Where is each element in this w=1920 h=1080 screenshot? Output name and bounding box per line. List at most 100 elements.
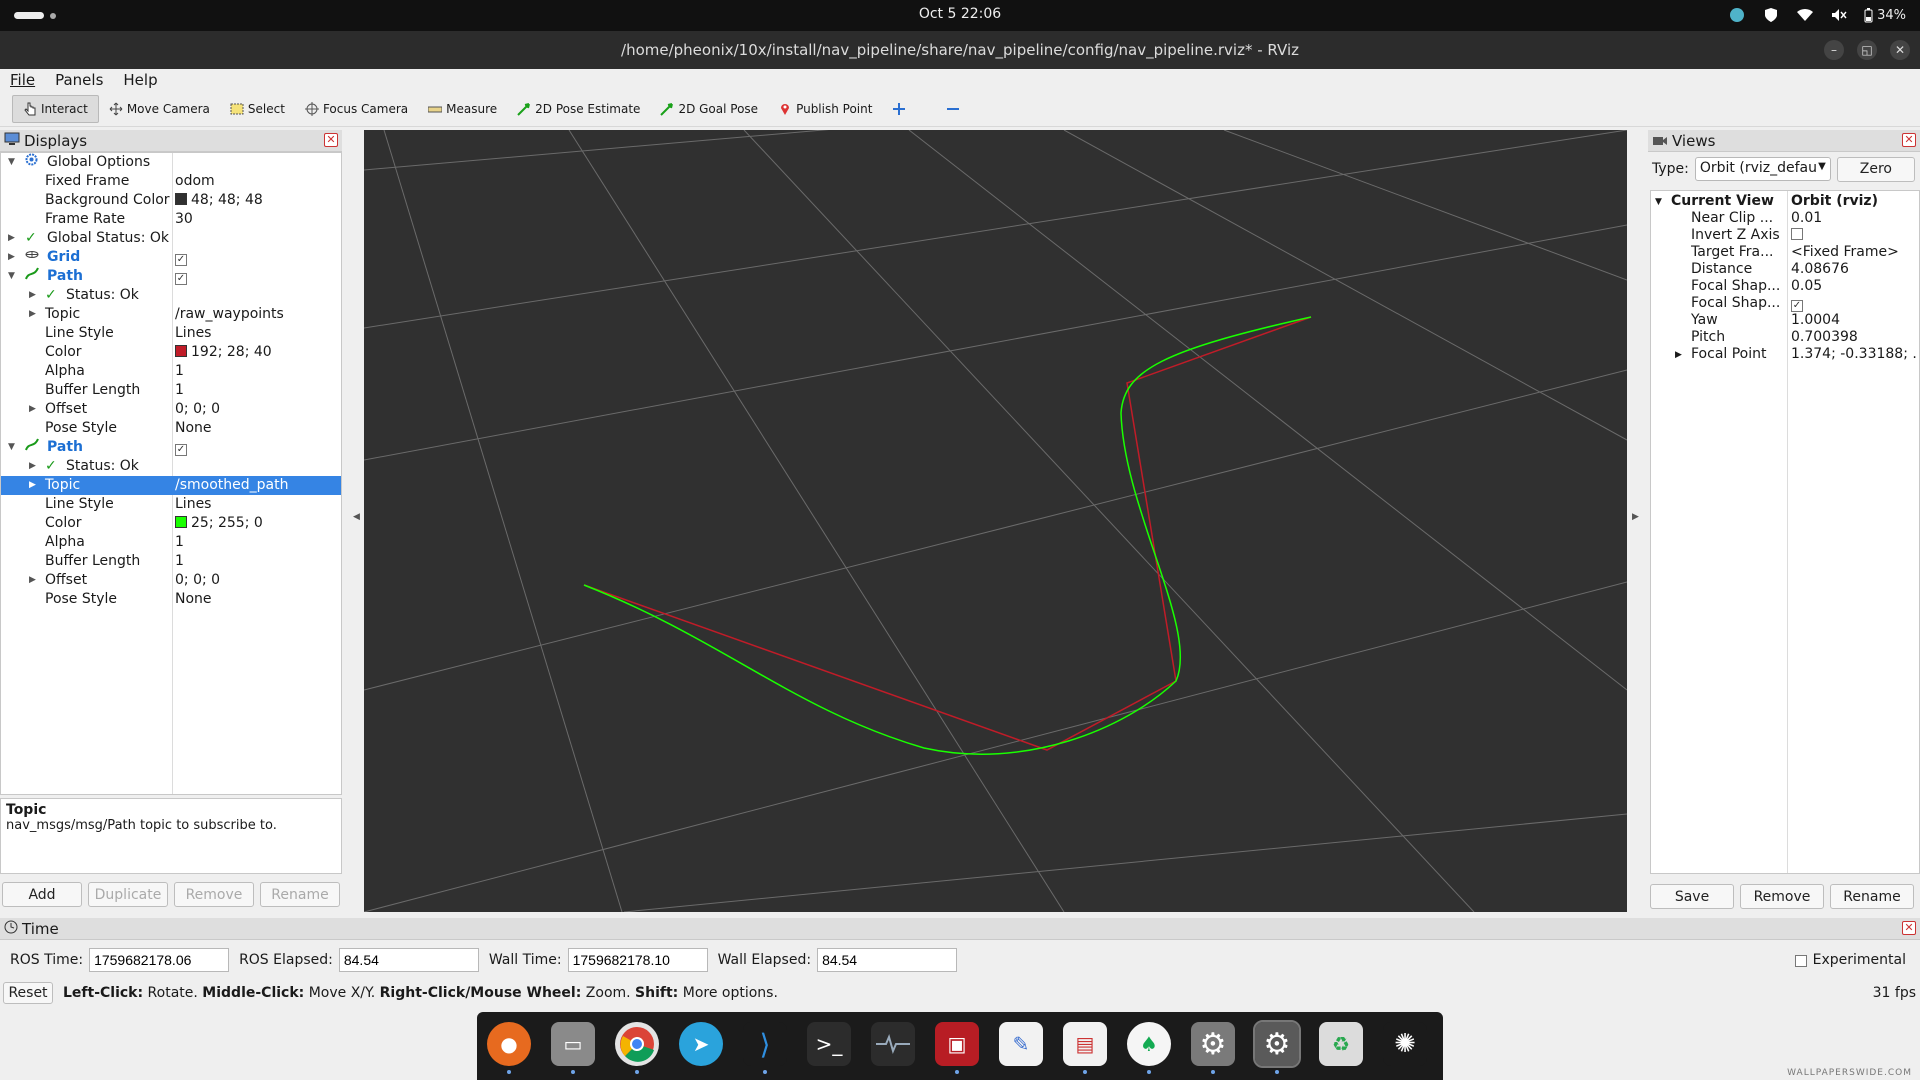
text-editor-icon[interactable]: ✎ (999, 1022, 1043, 1066)
view-row-invert-z[interactable]: Invert Z Axis (1651, 227, 1919, 244)
tree-row-background-color[interactable]: Background Color 48; 48; 48 (1, 191, 341, 210)
interact-tool-button[interactable]: Interact (12, 94, 99, 123)
document-viewer-icon[interactable]: ▤ (1063, 1022, 1107, 1074)
grid-enabled-checkbox[interactable]: ✓ (175, 254, 187, 266)
minimize-button[interactable]: – (1824, 40, 1844, 60)
tree-row-status-ok[interactable]: ▶ ✓ Status: Ok (1, 286, 341, 305)
volume-muted-icon[interactable] (1830, 6, 1848, 24)
files-icon[interactable]: ▭ (551, 1022, 595, 1074)
system-monitor-icon[interactable] (871, 1022, 915, 1066)
invert-z-checkbox[interactable] (1791, 228, 1803, 240)
duplicate-display-button[interactable]: Duplicate (88, 882, 168, 907)
path-smoothed-enabled-checkbox[interactable]: ✓ (175, 444, 187, 456)
tree-row-offset[interactable]: ▶ Offset 0; 0; 0 (1, 571, 341, 590)
trash-icon[interactable]: ♻ (1319, 1022, 1363, 1066)
rename-view-button[interactable]: Rename (1830, 884, 1914, 909)
path-raw-enabled-checkbox[interactable]: ✓ (175, 273, 187, 285)
close-views-button[interactable]: ✕ (1902, 133, 1916, 147)
chrome-icon[interactable] (615, 1022, 659, 1074)
remove-display-button[interactable]: Remove (174, 882, 254, 907)
tree-row-path-smoothed[interactable]: ▼ Path ✓ (1, 438, 341, 457)
system-clock[interactable]: Oct 5 22:06 (0, 6, 1920, 22)
experimental-checkbox[interactable] (1794, 955, 1807, 967)
tree-row-topic[interactable]: ▶ Topic/raw_waypoints (1, 305, 341, 324)
terminal-icon[interactable]: >_ (807, 1022, 851, 1066)
select-tool-button[interactable]: Select (220, 95, 295, 123)
move-camera-tool-button[interactable]: Move Camera (99, 95, 220, 123)
pose-estimate-tool-button[interactable]: 2D Pose Estimate (507, 95, 650, 123)
telegram-icon[interactable]: ➤ (679, 1022, 723, 1066)
mongodb-compass-icon[interactable]: ♠ (1127, 1022, 1171, 1074)
close-window-button[interactable]: ✕ (1890, 40, 1910, 60)
firefox-icon[interactable]: ● (487, 1022, 531, 1074)
tree-row-line-style[interactable]: Line Style Lines (1, 324, 341, 343)
wifi-icon[interactable] (1796, 6, 1814, 24)
focus-camera-tool-button[interactable]: Focus Camera (295, 95, 418, 123)
tree-row-global-status[interactable]: ▶ ✓ Global Status: Ok (1, 229, 341, 248)
right-splitter-arrow[interactable]: ▶ (1632, 512, 1639, 522)
displays-tree[interactable]: ▼ Global Options Fixed Frame odom Backgrou… (0, 152, 342, 795)
wall-elapsed-field[interactable] (817, 948, 958, 972)
maximize-button[interactable]: ◱ (1857, 40, 1877, 60)
views-tree[interactable]: ▼ Current View Orbit (rviz) Near Clip ... 0… (1650, 190, 1920, 874)
tree-row-alpha[interactable]: Alpha 1 (1, 362, 341, 381)
add-display-button[interactable]: Add (2, 882, 82, 907)
focal-shape-checkbox[interactable]: ✓ (1791, 300, 1803, 312)
tree-row-global-options[interactable]: ▼ Global Options (1, 153, 341, 172)
close-displays-button[interactable]: ✕ (324, 133, 338, 147)
menu-file[interactable]: File (0, 69, 45, 91)
settings-icon[interactable]: ⚙ (1191, 1022, 1235, 1074)
tree-row-fixed-frame[interactable]: Fixed Frame odom (1, 172, 341, 191)
publish-point-tool-button[interactable]: Publish Point (768, 95, 882, 123)
battery-icon[interactable]: 34% (1864, 6, 1906, 24)
remove-tool-button[interactable] (936, 95, 970, 123)
left-splitter-arrow[interactable]: ◀ (353, 512, 360, 522)
view-row-focal-shape-size[interactable]: Focal Shap... 0.05 (1651, 278, 1919, 295)
ros-time-field[interactable] (89, 948, 230, 972)
tree-row-color[interactable]: Color 25; 255; 0 (1, 514, 341, 533)
save-view-button[interactable]: Save (1650, 884, 1734, 909)
view-row-distance[interactable]: Distance 4.08676 (1651, 261, 1919, 278)
tree-row-buffer-length[interactable]: Buffer Length 1 (1, 552, 341, 571)
menu-help[interactable]: Help (113, 69, 167, 91)
experimental-toggle[interactable]: Experimental (1794, 952, 1906, 968)
ros-elapsed-field[interactable] (338, 948, 479, 972)
show-apps-icon[interactable]: ✺ (1383, 1022, 1427, 1066)
render-viewport[interactable] (364, 130, 1627, 912)
tree-row-pose-style[interactable]: Pose Style None (1, 419, 341, 438)
tree-row-offset[interactable]: ▶ Offset 0; 0; 0 (1, 400, 341, 419)
measure-tool-button[interactable]: Measure (418, 95, 507, 123)
scene-canvas[interactable] (364, 130, 1627, 912)
shield-icon[interactable] (1762, 6, 1780, 24)
view-row-yaw[interactable]: Yaw 1.0004 (1651, 312, 1919, 329)
tree-row-color[interactable]: Color 192; 28; 40 (1, 343, 341, 362)
close-time-button[interactable]: ✕ (1902, 921, 1916, 935)
system-tray[interactable]: 34% (1728, 6, 1906, 24)
vscode-icon[interactable]: ⟩ (743, 1022, 787, 1074)
add-tool-button[interactable] (882, 95, 916, 123)
tree-row-topic-selected[interactable]: ▶ Topic/smoothed_path (1, 476, 341, 495)
rename-display-button[interactable]: Rename (260, 882, 340, 907)
tree-row-frame-rate[interactable]: Frame Rate 30 (1, 210, 341, 229)
rviz-app-icon[interactable]: ▣ (935, 1022, 979, 1074)
goal-pose-tool-button[interactable]: 2D Goal Pose (650, 95, 768, 123)
tree-row-path-raw[interactable]: ▼ Path ✓ (1, 267, 341, 286)
wall-time-field[interactable] (567, 948, 708, 972)
remove-view-button[interactable]: Remove (1740, 884, 1824, 909)
view-row-pitch[interactable]: Pitch 0.700398 (1651, 329, 1919, 346)
settings-active-icon[interactable]: ⚙ (1253, 1020, 1301, 1074)
view-row-focal-shape-fixed[interactable]: Focal Shap... ✓ (1651, 295, 1919, 312)
view-row-focal-point[interactable]: ▶ Focal Point 1.374; -0.33188; ... (1651, 346, 1919, 363)
view-row-target-frame[interactable]: Target Fra... <Fixed Frame> (1651, 244, 1919, 261)
view-row-near-clip[interactable]: Near Clip ... 0.01 (1651, 210, 1919, 227)
zero-view-button[interactable]: Zero (1836, 156, 1915, 182)
tree-row-alpha[interactable]: Alpha 1 (1, 533, 341, 552)
view-type-dropdown[interactable]: Orbit (rviz_defau ▼ (1694, 157, 1831, 181)
reset-button[interactable]: Reset (3, 982, 53, 1004)
tree-row-pose-style[interactable]: Pose Style None (1, 590, 341, 609)
tree-row-line-style[interactable]: Line Style Lines (1, 495, 341, 514)
menu-panels[interactable]: Panels (45, 69, 113, 91)
tree-row-status-ok[interactable]: ▶ ✓ Status: Ok (1, 457, 341, 476)
view-row-current-view[interactable]: ▼ Current View Orbit (rviz) (1651, 193, 1919, 210)
tree-row-buffer-length[interactable]: Buffer Length 1 (1, 381, 341, 400)
